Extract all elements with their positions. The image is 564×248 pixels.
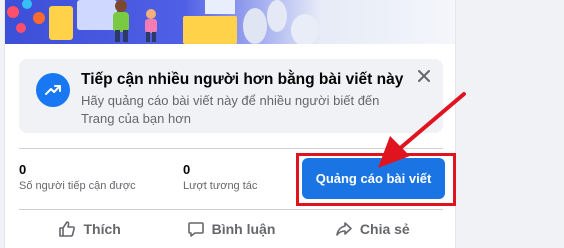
comment-label: Bình luận xyxy=(211,221,276,237)
like-icon xyxy=(59,221,76,237)
post-banner-illustration xyxy=(5,0,455,44)
close-icon[interactable] xyxy=(414,66,434,86)
stat-engagement: 0 Lượt tương tác xyxy=(183,162,257,193)
stat-reach: 0 Số người tiếp cận được xyxy=(19,162,136,193)
stat-engagement-label: Lượt tương tác xyxy=(183,180,258,192)
stat-reach-label: Số người tiếp cận được xyxy=(19,180,136,192)
like-label: Thích xyxy=(83,221,121,237)
post-actions-bar: Thích Bình luận Chia sẻ xyxy=(19,214,443,244)
stat-engagement-value: 0 xyxy=(183,162,191,177)
post-card: Tiếp cận nhiều người hơn bằng bài viết n… xyxy=(4,0,456,248)
share-label: Chia sẻ xyxy=(359,221,410,237)
boost-post-button[interactable]: Quảng cáo bài viết xyxy=(302,158,445,199)
stat-reach-value: 0 xyxy=(19,162,27,177)
trending-up-icon xyxy=(36,73,70,107)
promo-title: Tiếp cận nhiều người hơn bằng bài viết n… xyxy=(81,71,404,88)
screenshot-frame: Tiếp cận nhiều người hơn bằng bài viết n… xyxy=(0,0,564,248)
promo-description: Hãy quảng cáo bài viết này để nhiều ngườ… xyxy=(81,93,380,126)
banner-artwork xyxy=(7,0,319,44)
promo-box: Tiếp cận nhiều người hơn bằng bài viết n… xyxy=(19,59,443,133)
share-icon xyxy=(336,222,352,236)
comment-icon xyxy=(187,222,204,237)
comment-button[interactable]: Bình luận xyxy=(160,214,301,244)
like-button[interactable]: Thích xyxy=(19,214,160,244)
divider xyxy=(19,209,443,210)
divider xyxy=(19,148,443,149)
share-button[interactable]: Chia sẻ xyxy=(302,214,443,244)
